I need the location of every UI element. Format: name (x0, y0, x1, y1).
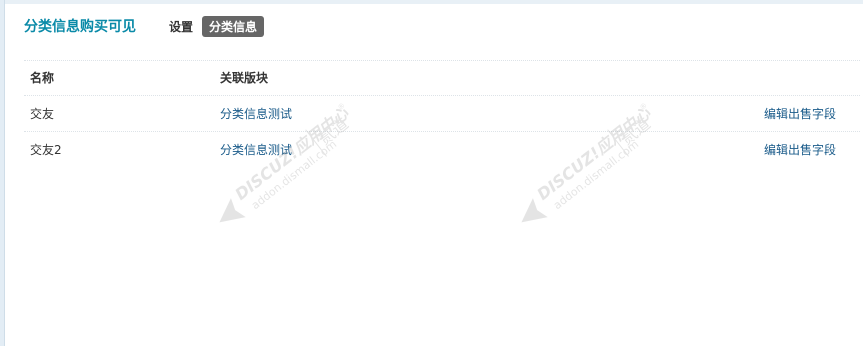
title-bar: 分类信息购买可见 设置 分类信息 (24, 14, 266, 38)
table-header: 名称 关联版块 (24, 61, 860, 95)
row-name: 交友2 (30, 143, 62, 157)
edit-sale-fields-link[interactable]: 编辑出售字段 (764, 96, 836, 132)
row-forum-link[interactable]: 分类信息测试 (220, 96, 292, 132)
tab-classified-info[interactable]: 分类信息 (202, 15, 265, 37)
tab-settings[interactable]: 设置 (162, 16, 200, 37)
table-row: 交友 分类信息测试 编辑出售字段 (24, 96, 860, 132)
row-forum-link[interactable]: 分类信息测试 (220, 132, 292, 168)
column-header-name: 名称 (30, 71, 55, 85)
column-header-forum: 关联版块 (220, 71, 269, 85)
page-title: 分类信息购买可见 (24, 19, 136, 35)
frame-left-border (0, 0, 5, 346)
table-row: 交友2 分类信息测试 编辑出售字段 (24, 132, 860, 168)
frame-top-border (5, 0, 863, 4)
row-name: 交友 (30, 107, 55, 121)
watermark-arrow-icon (219, 198, 246, 223)
watermark-arrow-icon (521, 198, 548, 223)
edit-sale-fields-link[interactable]: 编辑出售字段 (764, 132, 836, 168)
